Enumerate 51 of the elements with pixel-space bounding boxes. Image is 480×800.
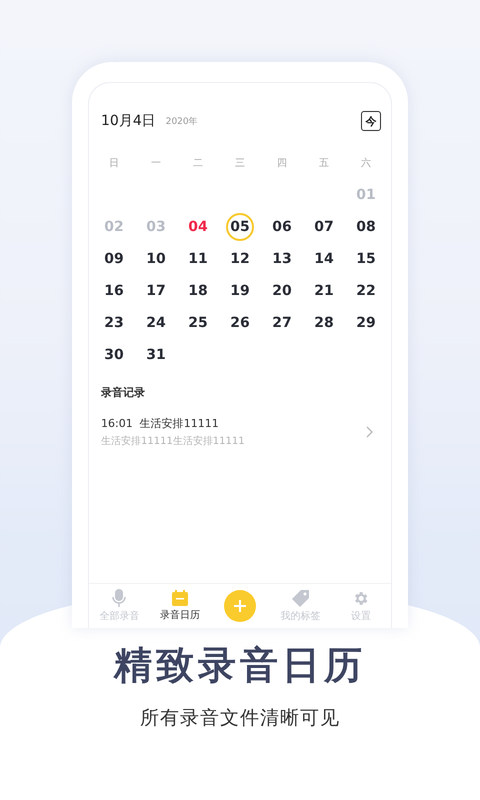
calendar-day[interactable]: 07 — [310, 213, 338, 241]
weekday-label: 六 — [360, 156, 372, 171]
caption-title: 精致录音日历 — [114, 642, 366, 689]
calendar-day[interactable]: 12 — [226, 245, 254, 273]
calendar-day[interactable]: 26 — [226, 309, 254, 337]
calendar-day[interactable]: 11 — [184, 245, 212, 273]
calendar-icon — [172, 590, 188, 606]
weekday-label: 四 — [276, 157, 288, 171]
weekday-label: 日 — [108, 157, 120, 171]
chevron-right-icon[interactable] — [366, 426, 373, 438]
calendar-day[interactable]: 16 — [100, 277, 128, 305]
calendar-day[interactable]: 15 — [352, 245, 380, 273]
calendar-day[interactable]: 25 — [184, 309, 212, 337]
weekday-label: 二 — [192, 157, 204, 171]
year-label: 2020年 — [166, 116, 198, 128]
calendar-day[interactable]: 08 — [352, 213, 380, 241]
calendar-day[interactable]: 23 — [100, 309, 128, 337]
calendar-day[interactable]: 18 — [184, 277, 212, 305]
calendar-day[interactable]: 27 — [268, 309, 296, 337]
calendar-day[interactable]: 09 — [100, 245, 128, 273]
calendar-day[interactable]: 17 — [142, 277, 170, 305]
calendar-day[interactable]: 14 — [310, 245, 338, 273]
selected-date: 10月4日 — [101, 112, 156, 130]
add-button[interactable] — [224, 590, 256, 622]
plus-icon — [233, 599, 247, 613]
tag-icon — [292, 590, 309, 606]
calendar-day[interactable]: 24 — [142, 309, 170, 337]
weekday-label: 五 — [318, 157, 330, 171]
calendar-day[interactable]: 28 — [310, 309, 338, 337]
calendar-day[interactable]: 19 — [226, 277, 254, 305]
record-detail: 生活安排11111生活安排11111 — [101, 434, 245, 448]
calendar-day[interactable]: 20 — [268, 277, 296, 305]
weekday-label: 三 — [234, 157, 246, 171]
section-title: 录音记录 — [100, 385, 146, 400]
calendar-day[interactable]: 21 — [310, 277, 338, 305]
calendar-day[interactable]: 31 — [142, 341, 170, 369]
calendar-day[interactable]: 10 — [142, 245, 170, 273]
settings-icon — [352, 590, 370, 606]
record-title[interactable]: 16:01 生活安排11111 — [101, 416, 245, 431]
calendar-day[interactable]: 30 — [100, 341, 128, 369]
calendar-day[interactable]: 04 — [184, 213, 212, 241]
today-button[interactable]: 今 — [361, 111, 381, 131]
weekday-label: 一 — [150, 157, 162, 171]
calendar-day[interactable]: 22 — [352, 277, 380, 305]
calendar-day[interactable]: 06 — [268, 213, 296, 241]
microphone-icon — [112, 589, 126, 607]
calendar-day[interactable]: 29 — [352, 309, 380, 337]
calendar-day[interactable]: 05 — [226, 213, 254, 241]
tab[interactable]: 录音日历 — [150, 590, 210, 622]
calendar-day[interactable]: 13 — [268, 245, 296, 273]
caption-subtitle: 所有录音文件清晰可见 — [140, 706, 340, 731]
